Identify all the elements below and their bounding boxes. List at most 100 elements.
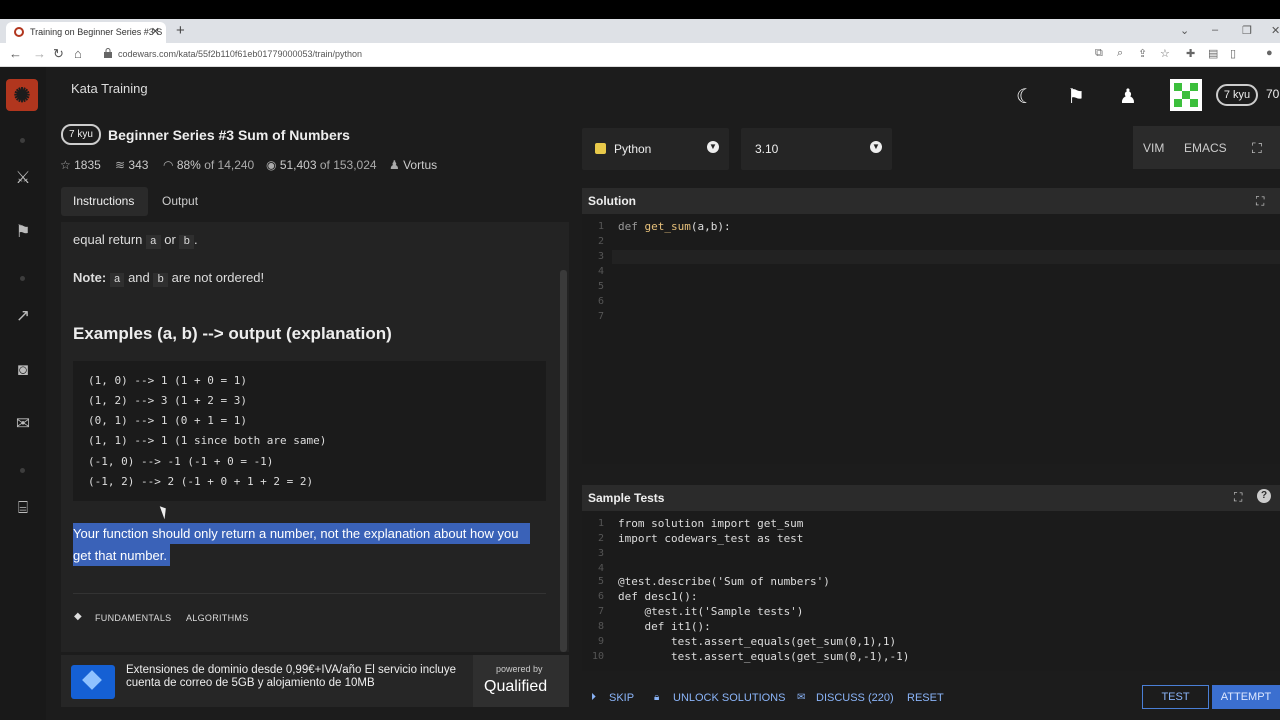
forward-icon[interactable]: → [33, 46, 46, 61]
completed-total: of 153,024 [319, 158, 377, 172]
url-text[interactable]: codewars.com/kata/55f2b110f61eb017790000… [118, 49, 362, 59]
test-button[interactable]: TEST [1142, 685, 1209, 709]
collections-stat[interactable]: ≋ 343 [115, 158, 148, 172]
line-number: 8 [597, 621, 604, 632]
user-honor: 70 [1266, 87, 1280, 101]
tab-output[interactable]: Output [150, 187, 210, 216]
completed-count: 51,403 [279, 158, 317, 172]
new-tab-icon[interactable]: + [176, 22, 185, 39]
completed-stat: ◉ 51,403 of 153,024 [266, 158, 377, 172]
line-number: 9 [597, 636, 604, 647]
dojo-icon[interactable]: ⚑ [12, 222, 34, 242]
python-icon [595, 143, 606, 154]
line-number: 2 [597, 236, 604, 247]
author-stat[interactable]: ♟ Vortus [389, 158, 437, 172]
sidebar-divider-dot [20, 138, 25, 143]
discord-icon[interactable]: ◙ [12, 360, 34, 380]
test-code-line: def it1(): [618, 620, 711, 633]
chevron-down-icon: ▼ [870, 141, 882, 153]
line-number: 5 [597, 281, 604, 292]
share-icon[interactable]: ⇪ [1138, 47, 1147, 60]
bookmark-star-icon[interactable]: ☆ [1160, 47, 1170, 60]
test-code-line: from solution import get_sum [618, 517, 804, 530]
line-number: 3 [597, 548, 604, 559]
qualified-logo[interactable]: Qualified [484, 678, 547, 696]
discuss-button[interactable]: DISCUSS (220) [816, 692, 894, 704]
fullscreen-icon[interactable]: ⛶ [1252, 140, 1262, 157]
line-number: 6 [597, 591, 604, 602]
tag-fundamentals[interactable]: FUNDAMENTALS [95, 613, 171, 623]
home-icon[interactable]: ⌂ [74, 46, 82, 61]
instructions-note: Note: a and b are not ordered! [73, 270, 265, 287]
test-code-line: def desc1(): [618, 590, 698, 603]
ad-text[interactable]: Extensiones de dominio desde 0,99€+IVA/a… [126, 664, 466, 690]
practice-icon[interactable]: ⚔ [12, 168, 34, 188]
forum-icon[interactable]: ✉ [12, 414, 34, 434]
inline-code-b: b [179, 235, 195, 249]
close-tab-icon[interactable]: ✕ [151, 25, 160, 38]
reload-icon[interactable]: ↻ [53, 46, 64, 62]
minimize-icon[interactable]: – [1212, 24, 1218, 36]
test-code-line: test.assert_equals(get_sum(0,1),1) [618, 635, 897, 648]
tab-instructions[interactable]: Instructions [61, 187, 148, 216]
solution-code-line: def get_sum(a,b): [618, 220, 731, 233]
ad-logo-icon[interactable] [71, 665, 115, 699]
unlock-solutions-button[interactable]: UNLOCK SOLUTIONS [673, 692, 785, 704]
translate-icon[interactable]: ⧉ [1095, 47, 1103, 60]
powered-by-label: powered by [496, 664, 543, 674]
bookmarks-icon[interactable]: ⚑ [1067, 84, 1085, 109]
user-rank-badge[interactable]: 7 kyu [1216, 84, 1258, 106]
browser-tab-title: Training on Beginner Series #3 S [30, 27, 163, 37]
test-code-line: test.assert_equals(get_sum(0,-1),-1) [618, 650, 910, 663]
instructions-scrollbar[interactable] [560, 270, 567, 652]
line-number: 6 [597, 296, 604, 307]
back-icon[interactable]: ← [9, 46, 22, 61]
profile-icon[interactable]: ● [1266, 47, 1273, 59]
collections-count: 343 [128, 158, 149, 172]
emacs-mode-button[interactable]: EMACS [1184, 141, 1227, 155]
skip-button[interactable]: SKIP [609, 692, 634, 704]
version-select[interactable]: 3.10 ▼ [741, 128, 892, 170]
test-code-line: import codewars_test as test [618, 532, 804, 545]
tag-icon: ◆ [74, 611, 82, 622]
avatar[interactable] [1170, 79, 1202, 111]
notifications-icon[interactable]: ♟ [1119, 84, 1137, 109]
reset-button[interactable]: RESET [907, 692, 944, 704]
chevron-down-icon: ▼ [707, 141, 719, 153]
codewars-logo-icon[interactable]: ✺ [6, 79, 38, 111]
zoom-icon[interactable]: ⌕ [1117, 47, 1123, 60]
codewars-favicon-icon [14, 27, 24, 37]
instructions-line-equal: equal return a or b. [73, 232, 198, 249]
reading-list-icon[interactable]: ▤ [1208, 47, 1218, 60]
sidebar-divider-dot [20, 276, 25, 281]
browser-tab[interactable]: Training on Beginner Series #3 S ✕ [6, 22, 166, 43]
divider [73, 593, 546, 594]
side-panel-icon[interactable]: ▯ [1230, 47, 1236, 60]
dark-mode-icon[interactable]: ☾ [1016, 84, 1034, 109]
attempt-button[interactable]: ATTEMPT [1212, 685, 1280, 709]
expand-solution-icon[interactable]: ⛶ [1256, 194, 1264, 209]
docs-icon[interactable]: ⌸ [12, 498, 34, 518]
tag-algorithms[interactable]: ALGORITHMS [186, 613, 249, 623]
maximize-icon[interactable]: ❐ [1242, 24, 1252, 37]
browser-tab-strip [0, 19, 1280, 43]
vim-mode-button[interactable]: VIM [1143, 141, 1164, 155]
inline-code-a: a [146, 235, 161, 249]
expand-tests-icon[interactable]: ⛶ [1234, 490, 1242, 505]
stars-stat[interactable]: ☆ 1835 [60, 158, 101, 172]
highlighted-text-line: get that number. [73, 548, 167, 563]
test-code-line: @test.it('Sample tests') [618, 605, 804, 618]
line-number: 5 [597, 576, 604, 587]
sidebar [0, 67, 46, 720]
satisfaction-percent: 88% [176, 158, 201, 172]
discuss-icon: ✉ [797, 692, 806, 703]
extensions-icon[interactable]: ✚ [1186, 47, 1195, 60]
close-window-icon[interactable]: ✕ [1271, 24, 1280, 37]
test-code-line: @test.describe('Sum of numbers') [618, 575, 830, 588]
line-number: 7 [597, 606, 604, 617]
tab-search-icon[interactable]: ⌄ [1180, 24, 1189, 37]
leaderboards-icon[interactable]: ↗ [12, 306, 34, 326]
help-icon[interactable]: ? [1257, 489, 1271, 503]
solution-header [582, 188, 1280, 214]
line-number: 1 [597, 518, 604, 529]
